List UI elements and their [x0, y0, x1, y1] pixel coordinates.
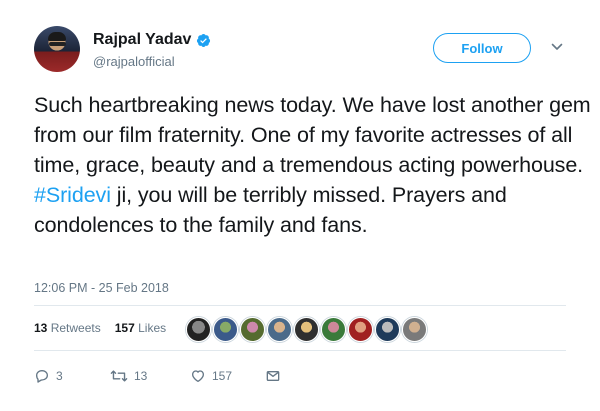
timestamp[interactable]: 12:06 PM - 25 Feb 2018: [34, 281, 169, 295]
chevron-down-icon[interactable]: [551, 41, 563, 53]
retweets-label: Retweets: [50, 321, 101, 335]
liker-avatar[interactable]: [402, 317, 427, 342]
liker-avatar[interactable]: [294, 317, 319, 342]
retweet-icon: [110, 370, 128, 382]
retweets-stat[interactable]: 13 Retweets: [34, 321, 101, 335]
like-count: 157: [212, 369, 233, 383]
divider: [34, 350, 566, 351]
liker-avatars: [186, 317, 427, 342]
author-name[interactable]: Rajpal Yadav: [93, 31, 211, 49]
direct-message-button[interactable]: [265, 368, 281, 384]
retweets-count: 13: [34, 321, 48, 335]
like-button[interactable]: 157: [190, 368, 265, 384]
author-name-text: Rajpal Yadav: [93, 31, 192, 48]
retweet-count: 13: [134, 369, 148, 383]
liker-avatar[interactable]: [375, 317, 400, 342]
author-handle[interactable]: @rajpalofficial: [93, 54, 175, 69]
retweet-button[interactable]: 13: [110, 368, 190, 384]
liker-avatar[interactable]: [321, 317, 346, 342]
likes-count: 157: [114, 321, 135, 335]
envelope-icon: [266, 371, 280, 381]
liker-avatar[interactable]: [213, 317, 238, 342]
likes-label: Likes: [138, 321, 167, 335]
tweet-text: Such heartbreaking news today. We have l…: [34, 90, 594, 240]
heart-icon: [192, 370, 204, 382]
liker-avatar[interactable]: [186, 317, 211, 342]
reply-icon: [36, 370, 48, 383]
reply-button[interactable]: 3: [34, 368, 110, 384]
tweet-card: Rajpal Yadav @rajpalofficial Follow Such…: [0, 0, 600, 411]
hashtag-link[interactable]: #Sridevi: [34, 183, 111, 207]
avatar[interactable]: [34, 26, 80, 72]
follow-button[interactable]: Follow: [433, 33, 531, 63]
action-bar: 3 13 157: [34, 368, 281, 384]
verified-badge-icon: [197, 33, 211, 47]
tweet-text-before: Such heartbreaking news today. We have l…: [34, 93, 591, 177]
liker-avatar[interactable]: [348, 317, 373, 342]
reply-count: 3: [56, 369, 63, 383]
likes-stat[interactable]: 157 Likes: [115, 321, 166, 335]
engagement-stats: 13 Retweets 157 Likes: [34, 321, 166, 335]
divider: [34, 305, 566, 306]
liker-avatar[interactable]: [267, 317, 292, 342]
liker-avatar[interactable]: [240, 317, 265, 342]
